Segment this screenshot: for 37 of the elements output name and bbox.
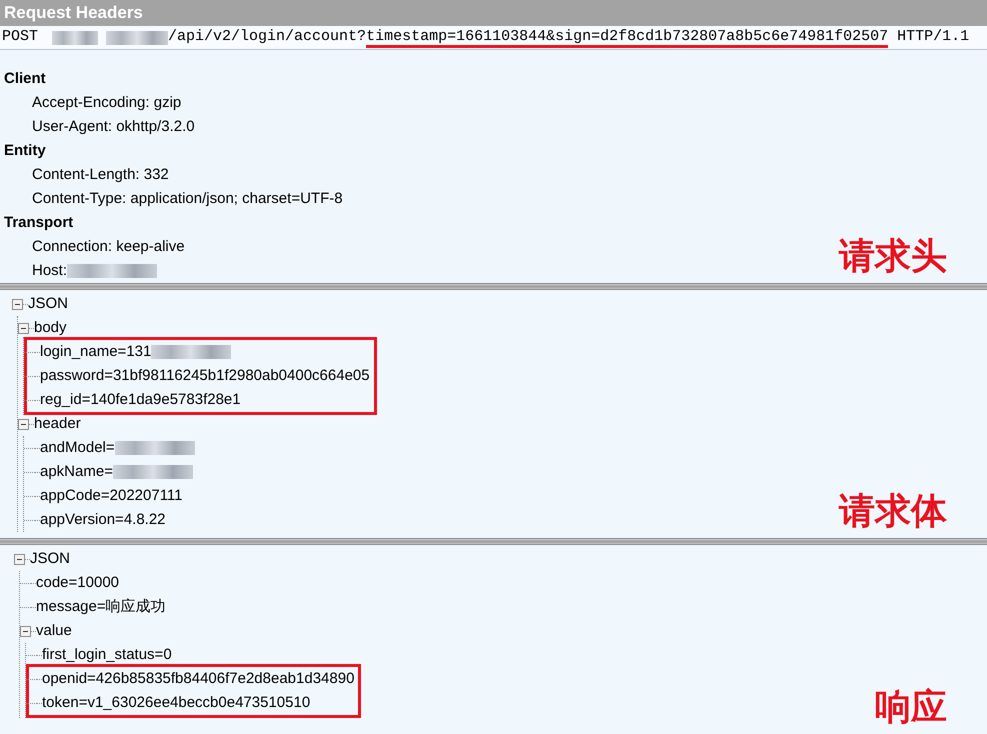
collapse-toggle[interactable] (12, 298, 23, 310)
header-entry: Accept-Encoding: gzip (32, 92, 182, 113)
tree-node-label[interactable]: first_login_status=0 (42, 644, 172, 666)
collapse-toggle[interactable] (18, 322, 29, 334)
annotation-label: 请求头 (839, 234, 948, 276)
tree-node-label[interactable]: value (36, 620, 72, 642)
collapse-toggle[interactable] (14, 554, 25, 564)
tree-node-label[interactable]: header (34, 412, 81, 436)
header-group-title: Entity (4, 140, 46, 161)
header-group-title: Transport (4, 212, 74, 233)
collapse-toggle[interactable] (18, 418, 29, 430)
tree-node-label[interactable]: login_name=131 (40, 340, 152, 364)
tree-node-label[interactable]: password=31bf98116245b1f2980ab0400c664e05 (40, 364, 370, 388)
tree-node-label[interactable]: appCode=202207111 (40, 484, 182, 508)
tree-node-label[interactable]: code=10000 (36, 572, 119, 594)
tree-node-label[interactable]: JSON (28, 292, 68, 316)
redacted-blur (52, 30, 98, 44)
tree-node-label[interactable]: andModel= (40, 436, 115, 460)
header-entry: Host: (32, 260, 68, 281)
tree-node-label[interactable]: body (34, 316, 67, 340)
redacted-blur (106, 30, 168, 44)
tree-node-label[interactable]: apkName= (40, 460, 113, 484)
tree-node-label[interactable]: token=v1_63026ee4beccb0e473510510 (42, 692, 310, 714)
tree-node-label[interactable]: appVersion=4.8.22 (40, 508, 166, 532)
header-group-title: Client (4, 68, 46, 89)
header-entry: Content-Type: application/json; charset=UTF-8 (32, 188, 343, 209)
tree-node-label[interactable]: message=响应成功 (36, 596, 166, 618)
tree-node-label[interactable]: openid=426b85835fb84406f7e2d8eab1d34890 (42, 668, 354, 690)
collapse-toggle[interactable] (20, 626, 31, 636)
annotation-label: 请求体 (839, 490, 948, 530)
tree-node-label[interactable]: reg_id=140fe1da9e5783f28e1 (40, 388, 241, 412)
header-entry: Content-Length: 332 (32, 164, 169, 185)
annotation-label: 响应 (875, 686, 948, 726)
tree-node-label[interactable]: JSON (30, 548, 70, 570)
panel-title: Request Headers (4, 2, 143, 24)
header-entry: User-Agent: okhttp/3.2.0 (32, 116, 195, 137)
header-entry: Connection: keep-alive (32, 236, 185, 257)
